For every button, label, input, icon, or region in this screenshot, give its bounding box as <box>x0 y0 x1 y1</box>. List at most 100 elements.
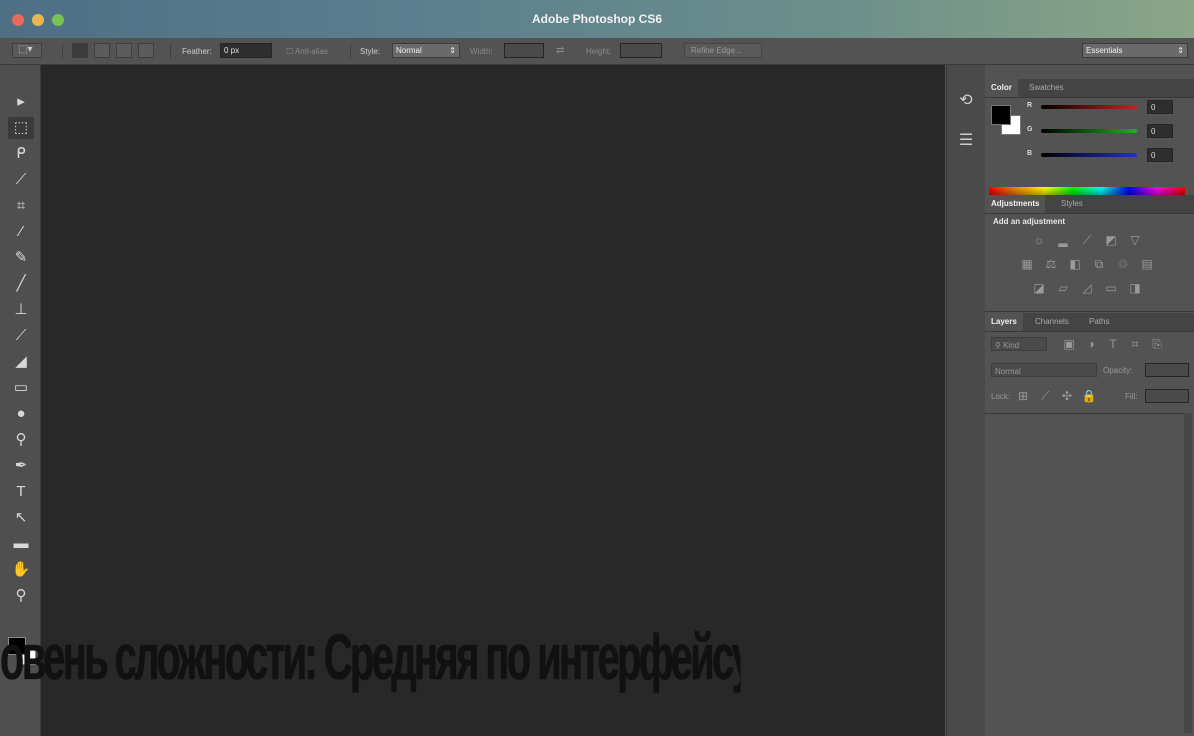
layers-panel-tabs: Layers Channels Paths <box>985 313 1194 332</box>
intersect-selection-mode-button[interactable] <box>138 43 154 58</box>
height-input[interactable] <box>620 43 662 58</box>
fill-input[interactable] <box>1145 389 1189 403</box>
blur-tool-icon[interactable]: ● <box>8 403 34 425</box>
color-lookup-icon[interactable]: ▤ <box>1139 257 1155 271</box>
foreground-color-swatch[interactable] <box>991 105 1011 125</box>
swap-dimensions-icon[interactable]: ⇄ <box>556 45 564 56</box>
chevron-updown-icon: ⇕ <box>1177 46 1184 55</box>
layer-filter-select[interactable]: ⚲ Kind <box>991 337 1047 351</box>
lock-pixels-icon[interactable]: ⟋ <box>1037 389 1053 403</box>
layers-list[interactable] <box>985 413 1184 734</box>
style-label: Style: <box>360 47 381 56</box>
history-brush-tool-icon[interactable]: ⟋ <box>8 325 34 347</box>
brightness-icon[interactable]: ☼ <box>1031 233 1047 247</box>
channel-value-input[interactable]: 0 <box>1147 124 1173 138</box>
divider <box>170 44 171 58</box>
subtract-selection-mode-button[interactable] <box>116 43 132 58</box>
width-input[interactable] <box>504 43 544 58</box>
levels-icon[interactable]: ▂ <box>1055 233 1071 247</box>
properties-panel-icon[interactable]: ☰ <box>954 129 978 153</box>
threshold-icon[interactable]: ◿ <box>1079 281 1095 295</box>
tab-paths[interactable]: Paths <box>1083 313 1115 331</box>
search-icon: ⚲ <box>995 341 1001 350</box>
crop-tool-icon[interactable]: ⌗ <box>8 195 34 217</box>
channel-mixer-icon[interactable]: ♲ <box>1115 257 1131 271</box>
blend-mode-select[interactable]: Normal <box>991 363 1097 377</box>
shape-tool-icon[interactable]: ▬ <box>8 533 34 555</box>
color-slider-b[interactable]: B <box>1027 150 1141 161</box>
marquee-tool-icon[interactable]: ⬚ <box>8 117 34 139</box>
black-white-icon[interactable]: ◧ <box>1067 257 1083 271</box>
clone-stamp-tool-icon[interactable]: ⊥ <box>8 299 34 321</box>
feather-input[interactable]: 0 px <box>220 43 272 58</box>
move-tool-icon[interactable]: ▸ <box>8 91 34 113</box>
exposure-icon[interactable]: ◩ <box>1103 233 1119 247</box>
height-label: Height: <box>586 47 612 56</box>
color-balance-icon[interactable]: ⚖ <box>1043 257 1059 271</box>
hand-tool-icon[interactable]: ✋ <box>8 559 34 581</box>
workspace-select-value: Essentials <box>1086 46 1123 55</box>
channel-label: R <box>1027 102 1033 109</box>
add-to-selection-mode-button[interactable] <box>94 43 110 58</box>
refine-edge-button[interactable]: Refine Edge... <box>684 43 762 58</box>
channel-slider-track[interactable] <box>1041 153 1137 157</box>
dodge-tool-icon[interactable]: ⚲ <box>8 429 34 451</box>
vibrance-icon[interactable]: ▽ <box>1127 233 1143 247</box>
lock-all-icon[interactable]: 🔒 <box>1081 389 1097 403</box>
shape-filter-icon[interactable]: ⌗ <box>1127 337 1143 351</box>
zoom-tool-icon[interactable]: ⚲ <box>8 585 34 607</box>
selective-color-icon[interactable]: ◨ <box>1127 281 1143 295</box>
color-panel: Color Swatches R 0 G 0 B 0 <box>985 79 1194 201</box>
channel-value-input[interactable]: 0 <box>1147 100 1173 114</box>
curves-icon[interactable]: ⟋ <box>1079 233 1095 247</box>
hue-saturation-icon[interactable]: ▦ <box>1019 257 1035 271</box>
eraser-tool-icon[interactable]: ◢ <box>8 351 34 373</box>
opacity-input[interactable] <box>1145 363 1189 377</box>
style-select[interactable]: Normal ⇕ <box>392 43 460 58</box>
channel-slider-track[interactable] <box>1041 105 1137 109</box>
tab-color[interactable]: Color <box>985 79 1018 97</box>
title-bar: Adobe Photoshop CS6 <box>0 0 1194 38</box>
eyedropper-tool-icon[interactable]: ⁄ <box>8 221 34 243</box>
tab-swatches[interactable]: Swatches <box>1023 79 1070 97</box>
color-slider-r[interactable]: R <box>1027 102 1141 113</box>
smart-object-filter-icon[interactable]: ⎘ <box>1149 337 1165 351</box>
color-swatches[interactable] <box>991 105 1021 135</box>
pixel-filter-icon[interactable]: ▣ <box>1061 337 1077 351</box>
posterize-icon[interactable]: ▱ <box>1055 281 1071 295</box>
type-filter-icon[interactable]: T <box>1105 337 1121 351</box>
lock-position-icon[interactable]: ✣ <box>1059 389 1075 403</box>
pen-tool-icon[interactable]: ✒ <box>8 455 34 477</box>
type-tool-icon[interactable]: T <box>8 481 34 503</box>
brush-tool-icon[interactable]: ╱ <box>8 273 34 295</box>
invert-icon[interactable]: ◪ <box>1031 281 1047 295</box>
tab-styles[interactable]: Styles <box>1055 195 1089 213</box>
gradient-map-icon[interactable]: ▭ <box>1103 281 1119 295</box>
lasso-tool-icon[interactable]: ᑭ <box>8 143 34 165</box>
layers-scrollbar[interactable] <box>1184 413 1192 733</box>
tool-preset-picker[interactable]: ⬚▾ <box>12 43 42 58</box>
new-selection-mode-button[interactable] <box>72 43 88 58</box>
channel-value-input[interactable]: 0 <box>1147 148 1173 162</box>
lock-label: Lock: <box>991 392 1011 401</box>
lock-transparency-icon[interactable]: ⊞ <box>1015 389 1031 403</box>
channel-label: G <box>1027 126 1033 133</box>
quick-select-tool-icon[interactable]: ⟋ <box>8 169 34 191</box>
path-select-tool-icon[interactable]: ↖ <box>8 507 34 529</box>
layer-filter-label: Kind <box>1003 341 1020 350</box>
opacity-label: Opacity: <box>1103 366 1133 375</box>
workspace-select[interactable]: Essentials ⇕ <box>1082 43 1188 58</box>
adjustment-filter-icon[interactable]: ◑ <box>1083 337 1099 351</box>
style-select-value: Normal <box>396 46 422 55</box>
antialias-checkbox[interactable]: ☐ Anti-alias <box>286 47 328 56</box>
channel-slider-track[interactable] <box>1041 129 1137 133</box>
healing-brush-tool-icon[interactable]: ✎ <box>8 247 34 269</box>
chevron-updown-icon: ⇕ <box>449 46 456 55</box>
history-panel-icon[interactable]: ⟲ <box>954 89 978 113</box>
photo-filter-icon[interactable]: ⧉ <box>1091 257 1107 271</box>
color-slider-g[interactable]: G <box>1027 126 1141 137</box>
tab-channels[interactable]: Channels <box>1029 313 1075 331</box>
tab-layers[interactable]: Layers <box>985 313 1023 331</box>
gradient-tool-icon[interactable]: ▭ <box>8 377 34 399</box>
tab-adjustments[interactable]: Adjustments <box>985 195 1046 213</box>
